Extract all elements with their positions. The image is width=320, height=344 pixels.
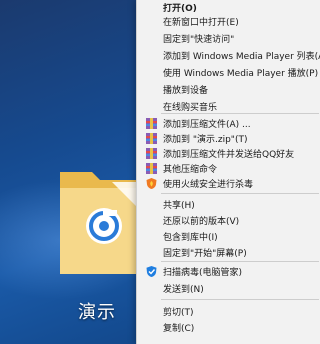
menu-item-open[interactable]: 打开(O)	[137, 0, 320, 15]
archive-icon	[146, 133, 157, 144]
menu-item-label: 共享(H)	[163, 201, 195, 211]
menu-item-label: 固定到"开始"屏幕(P)	[163, 249, 247, 259]
menu-item-include-library[interactable]: 包含到库中(I)	[137, 229, 320, 244]
tencent-pc-manager-icon	[146, 266, 157, 277]
menu-item-label: 剪切(T)	[163, 308, 194, 318]
menu-item-label: 扫描病毒(电脑管家)	[163, 268, 243, 278]
menu-item-label: 还原以前的版本(V)	[163, 217, 240, 227]
menu-item-buy-music[interactable]: 在线购买音乐	[137, 99, 320, 114]
menu-item-label: 固定到"快速访问"	[163, 35, 235, 45]
menu-separator	[161, 299, 319, 300]
menu-item-share[interactable]: 共享(H)	[137, 197, 320, 212]
menu-item-label: 包含到库中(I)	[163, 233, 218, 243]
menu-item-label: 复制(C)	[163, 324, 195, 334]
menu-item-label: 发送到(N)	[163, 285, 204, 295]
menu-item-play-wmp[interactable]: 使用 Windows Media Player 播放(P)	[137, 65, 320, 80]
huorong-shield-icon	[146, 178, 157, 189]
menu-item-archive-send-qq[interactable]: 添加到压缩文件并发送给QQ好友	[137, 146, 320, 161]
menu-item-cut[interactable]: 剪切(T)	[137, 304, 320, 319]
menu-item-other-compress[interactable]: 其他压缩命令	[137, 161, 320, 176]
menu-item-add-zip[interactable]: 添加到 "演示.zip"(T)	[137, 131, 320, 146]
menu-item-restore-versions[interactable]: 还原以前的版本(V)	[137, 213, 320, 228]
menu-item-label: 在线购买音乐	[163, 103, 218, 113]
folder-label[interactable]: 演示	[78, 298, 116, 324]
menu-item-pin-quick-access[interactable]: 固定到"快速访问"	[137, 31, 320, 46]
menu-separator	[161, 261, 319, 262]
archive-icon	[146, 163, 157, 174]
menu-item-copy[interactable]: 复制(C)	[137, 320, 320, 335]
menu-item-send-to[interactable]: 发送到(N)	[137, 281, 320, 296]
menu-item-huorong-scan[interactable]: 使用火绒安全进行杀毒	[137, 176, 320, 191]
menu-item-label: 打开(O)	[163, 4, 197, 14]
context-menu: 打开(O) 在新窗口中打开(E) 固定到"快速访问" 添加到 Windows M…	[136, 0, 320, 344]
menu-item-label: 添加到 Windows Media Player 列表(A)	[163, 52, 320, 62]
folder-icon[interactable]	[56, 158, 146, 278]
menu-item-label: 使用 Windows Media Player 播放(P)	[163, 69, 319, 79]
menu-item-pin-start[interactable]: 固定到"开始"屏幕(P)	[137, 245, 320, 260]
menu-item-play-to-device[interactable]: 播放到设备	[137, 82, 320, 97]
menu-item-label: 添加到压缩文件并发送给QQ好友	[163, 150, 295, 160]
menu-item-add-archive[interactable]: 添加到压缩文件(A) ...	[137, 116, 320, 131]
archive-icon	[146, 118, 157, 129]
menu-item-label: 其他压缩命令	[163, 165, 218, 175]
archive-icon	[146, 148, 157, 159]
menu-item-label: 在新窗口中打开(E)	[163, 18, 239, 28]
menu-item-label: 播放到设备	[163, 86, 209, 96]
menu-item-add-wmp-list[interactable]: 添加到 Windows Media Player 列表(A)	[137, 48, 320, 63]
menu-item-open-new-window[interactable]: 在新窗口中打开(E)	[137, 14, 320, 29]
menu-item-tencent-scan[interactable]: 扫描病毒(电脑管家)	[137, 264, 320, 279]
menu-item-label: 添加到压缩文件(A) ...	[163, 120, 251, 130]
menu-separator	[161, 193, 319, 194]
menu-item-label: 添加到 "演示.zip"(T)	[163, 135, 248, 145]
menu-item-label: 使用火绒安全进行杀毒	[163, 180, 254, 190]
menu-separator	[161, 113, 319, 114]
